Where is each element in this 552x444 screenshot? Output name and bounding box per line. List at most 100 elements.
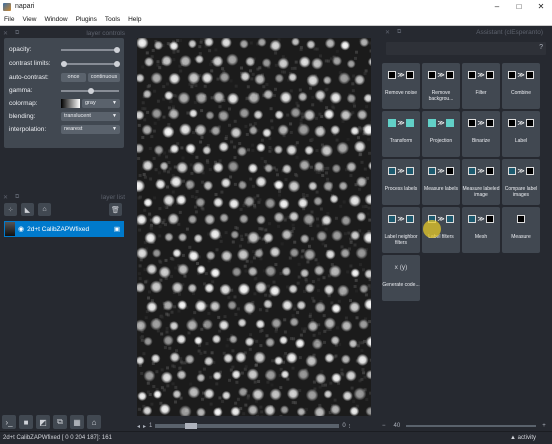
tile-remove-backgrou[interactable]: ≫ Remove backgrou... — [422, 63, 460, 109]
contrast-limits-slider[interactable] — [61, 63, 119, 65]
window-title: napari — [15, 3, 35, 10]
tile-compare-label-images[interactable]: ≫ Compare label images — [502, 159, 540, 205]
colormap-preview — [61, 99, 80, 108]
tile-label-neighbor-filters[interactable]: ≫ Label neighbor filters — [382, 207, 420, 253]
home-icon[interactable]: ⌂ — [87, 415, 101, 429]
menu-help[interactable]: Help — [124, 16, 145, 23]
tile-label: Mesh — [474, 234, 488, 240]
delete-layer-icon[interactable]: 🗑 — [109, 203, 122, 216]
tile-measure[interactable]: Measure — [502, 207, 540, 253]
menu-view[interactable]: View — [18, 16, 40, 23]
console-icon[interactable]: ›_ — [2, 415, 16, 429]
image-icon — [508, 119, 517, 127]
tile-icon: ≫ — [506, 164, 536, 178]
dock-close-icon[interactable]: ✕ — [3, 194, 8, 201]
dock-close-icon[interactable]: ✕ — [385, 29, 390, 36]
arrow-icon: ≫ — [477, 168, 485, 175]
transpose-icon[interactable]: ⧉ — [53, 415, 67, 429]
minimize-button[interactable]: – — [486, 0, 508, 13]
tile-label: Generate code... — [382, 282, 420, 288]
image-canvas[interactable] — [137, 38, 371, 416]
arrow-icon: ≫ — [437, 168, 445, 175]
zoom-row: − 40 + — [382, 421, 550, 430]
menu-window[interactable]: Window — [40, 16, 71, 23]
image-icon — [428, 71, 437, 79]
tile-measure-labeled-image[interactable]: ≫ Measure labeled image — [462, 159, 500, 205]
time-slider-handle[interactable] — [185, 423, 198, 429]
colormap-dropdown[interactable]: gray ▼ — [82, 99, 120, 108]
tile-label: Measure labels — [424, 186, 458, 192]
dock-close-icon[interactable]: ✕ — [3, 30, 8, 37]
gamma-slider-handle[interactable] — [87, 88, 94, 94]
tile-icon: ≫ — [426, 68, 456, 82]
new-labels-layer-icon[interactable]: ⌂ — [38, 203, 51, 216]
opacity-slider-handle[interactable] — [114, 47, 120, 53]
code-icon: x (y) — [394, 263, 408, 271]
assistant-header: ✕ ⧉ Assistant (clEsperanto) — [382, 27, 548, 38]
tile-combine[interactable]: ≫ Combine — [502, 63, 540, 109]
tile-generate-code[interactable]: x (y) Generate code... — [382, 255, 420, 301]
tile-icon — [506, 212, 536, 226]
tile-label: Label neighbor filters — [384, 234, 418, 246]
menu-file[interactable]: File — [0, 16, 18, 23]
dock-float-icon[interactable]: ⧉ — [15, 194, 19, 201]
tile-process-labels[interactable]: ≫ Process labels — [382, 159, 420, 205]
tile-binarize[interactable]: ≫ Binarize — [462, 111, 500, 157]
roll-dims-icon[interactable]: ◩ — [36, 415, 50, 429]
tile-filter[interactable]: ≫ Filter — [462, 63, 500, 109]
tile-icon: ≫ — [506, 68, 536, 82]
viewer-buttons: ›_ ■ ◩ ⧉ ▦ ⌂ — [2, 414, 112, 430]
activity-button[interactable]: ▲ activity — [510, 435, 536, 441]
close-button[interactable]: ✕ — [530, 0, 552, 13]
assistant-search-input[interactable]: ? — [386, 42, 546, 55]
tile-remove-noise[interactable]: ≫ Remove noise — [382, 63, 420, 109]
opacity-slider[interactable] — [61, 49, 119, 51]
image-layer-icon: ▣ — [113, 226, 120, 233]
menu-tools[interactable]: Tools — [101, 16, 124, 23]
visibility-eye-icon[interactable]: ◉ — [18, 225, 24, 233]
dims-current-index: 1 — [149, 423, 153, 429]
image-icon — [445, 215, 454, 223]
tile-label[interactable]: ≫ Label — [502, 111, 540, 157]
new-points-layer-icon[interactable]: ⁘ — [4, 203, 17, 216]
blending-label: blending: — [9, 113, 36, 120]
tile-icon: ≫ — [466, 164, 496, 178]
image-icon — [405, 71, 414, 79]
maximize-button[interactable]: □ — [508, 0, 530, 13]
dock-float-icon[interactable]: ⧉ — [397, 29, 401, 36]
image-icon — [525, 167, 534, 175]
dock-float-icon[interactable]: ⧉ — [15, 30, 19, 37]
play-forward-icon[interactable]: ▸ — [143, 423, 146, 430]
auto-contrast-once-button[interactable]: once — [61, 73, 86, 82]
tile-measure-labels[interactable]: ≫ Measure labels — [422, 159, 460, 205]
play-back-icon[interactable]: ◂ — [137, 423, 140, 430]
tile-icon: ≫ — [466, 116, 496, 130]
layer-item[interactable]: ◉ 2d+t CalibZAPWfixed ▣ — [4, 221, 124, 237]
grid-mode-icon[interactable]: ▦ — [70, 415, 84, 429]
contrast-max-handle[interactable] — [114, 61, 120, 67]
frame-settings-icon[interactable]: ⁝ — [349, 423, 351, 430]
zoom-in-button[interactable]: + — [542, 423, 546, 429]
menu-plugins[interactable]: Plugins — [72, 16, 101, 23]
image-icon — [388, 215, 397, 223]
image-icon — [485, 119, 494, 127]
image-icon — [405, 167, 414, 175]
auto-contrast-continuous-button[interactable]: continuous — [88, 73, 120, 82]
tile-mesh[interactable]: ≫ Mesh — [462, 207, 500, 253]
contrast-min-handle[interactable] — [61, 61, 67, 67]
help-icon[interactable]: ? — [539, 44, 543, 51]
zoom-slider[interactable] — [406, 424, 537, 427]
new-shapes-layer-icon[interactable]: ◣ — [21, 203, 34, 216]
chevron-down-icon: ▼ — [112, 126, 117, 132]
arrow-icon: ≫ — [477, 216, 485, 223]
tile-transform[interactable]: ≫ Transform — [382, 111, 420, 157]
tile-projection[interactable]: ≫ Projection — [422, 111, 460, 157]
image-icon — [445, 167, 454, 175]
image-icon — [388, 71, 397, 79]
ndisplay-square-icon[interactable]: ■ — [19, 415, 33, 429]
interpolation-dropdown[interactable]: nearest ▼ — [61, 125, 120, 134]
zoom-out-button[interactable]: − — [382, 423, 386, 429]
arrow-icon: ≫ — [517, 72, 525, 79]
blending-dropdown[interactable]: translucent ▼ — [61, 112, 120, 121]
time-slider[interactable] — [155, 423, 340, 429]
